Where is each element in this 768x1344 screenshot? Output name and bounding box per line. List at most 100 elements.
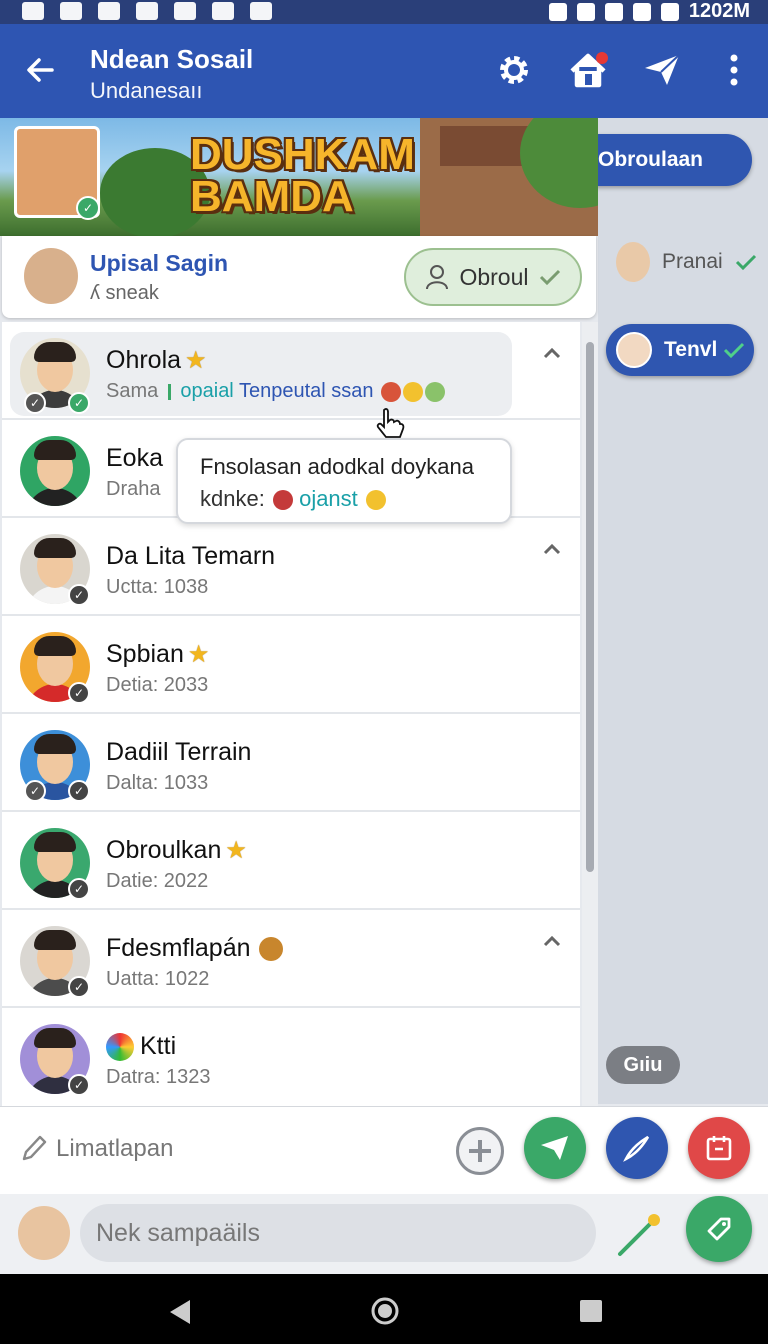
notification-icon — [98, 2, 120, 20]
list-item[interactable]: ✓ Fdesmflapán Uatta: 1022 — [2, 910, 580, 1008]
emoji-icon — [259, 937, 284, 962]
status-check-icon: ✓ — [24, 392, 46, 414]
blue-action-button[interactable] — [606, 1117, 668, 1179]
hand-cursor-icon — [376, 408, 405, 438]
notification-icon — [60, 2, 82, 20]
attach-button[interactable] — [686, 1196, 752, 1262]
verified-check-icon: ✓ — [76, 196, 100, 220]
banner-title: DUSHKAM BAMDA — [190, 130, 415, 219]
verified-check-icon: ✓ — [68, 1074, 90, 1096]
sticker-icon — [541, 1136, 568, 1160]
battery-icon — [660, 2, 679, 21]
side-contact-pranai[interactable]: Pranai — [616, 242, 757, 282]
user-avatar[interactable] — [18, 1206, 70, 1260]
contact-name: Dadiil Terrain — [106, 738, 252, 766]
contact-name: Fdesmflapán — [106, 934, 284, 963]
scrollbar-thumb[interactable] — [586, 342, 594, 872]
list-item[interactable]: ✓ Ktti Datra: 1323 — [2, 1008, 580, 1106]
red-action-button[interactable] — [688, 1117, 750, 1179]
profile-name: Upisal Sagin — [90, 250, 229, 276]
notification-icon — [212, 2, 234, 20]
chevron-up-icon[interactable] — [540, 342, 564, 366]
side-contact-label: Pranai — [662, 250, 723, 273]
notification-icon — [250, 2, 272, 20]
more-vert-icon — [730, 54, 738, 86]
cherry-emoji-icon — [272, 490, 293, 511]
colorful-emoji-icon — [106, 1033, 134, 1062]
contact-sub: Datra: 1323 — [106, 1066, 211, 1088]
app-title: Ndean Sosail — [90, 44, 254, 74]
list-item[interactable]: ✓ Obroulkan ★ Datie: 2022 — [2, 812, 580, 910]
face-emoji-icon — [403, 381, 424, 402]
brush-icon — [623, 1135, 650, 1162]
nav-back-icon[interactable] — [166, 1298, 194, 1326]
chat-bubble-label[interactable]: Gıiu — [606, 1046, 680, 1084]
more-options-button[interactable] — [712, 48, 756, 92]
notification-icon — [22, 2, 44, 20]
signal-icon — [632, 2, 651, 21]
contact-sub: Dalta: 1033 — [106, 772, 209, 794]
notification-icon — [174, 2, 196, 20]
banner: DUSHKAM BAMDA ✓ — [0, 118, 598, 236]
avatar — [616, 242, 650, 282]
notification-icon — [136, 2, 158, 20]
profile-avatar[interactable] — [24, 248, 78, 304]
green-action-button[interactable] — [524, 1117, 586, 1179]
star-icon: ★ — [225, 837, 247, 864]
check-icon — [724, 342, 745, 359]
contact-name: Ktti — [106, 1032, 176, 1062]
obroul-button[interactable]: Obroul — [404, 248, 582, 306]
contact-sub: Uctta: 1038 — [106, 576, 209, 598]
avatar — [20, 436, 90, 506]
verified-check-icon: ✓ — [68, 392, 90, 414]
chevron-up-icon[interactable] — [540, 538, 564, 562]
paper-plane-icon — [645, 54, 680, 85]
nav-home-icon[interactable] — [370, 1296, 400, 1326]
contact-sub: Draha — [106, 478, 161, 500]
side-pill-label: Tenvl — [664, 338, 718, 361]
contact-sub: Sama opaial Tenpeutal ssan — [106, 380, 446, 403]
verified-check-icon: ✓ — [68, 976, 90, 998]
magic-wand-icon[interactable] — [612, 1210, 668, 1260]
home-button[interactable] — [566, 48, 610, 92]
app-bar: Ndean Sosail Undanesaıı — [0, 24, 768, 118]
notification-badge — [596, 52, 608, 64]
status-bar: 1202M — [0, 0, 768, 24]
face-emoji-icon — [365, 490, 386, 511]
leaf-emoji-icon — [425, 381, 446, 402]
back-arrow-icon[interactable] — [22, 52, 58, 88]
list-item[interactable]: ✓ Da Lita Temarn Uctta: 1038 — [2, 518, 580, 616]
tooltip-line: kdnke: ojanst — [200, 486, 510, 512]
star-icon: ★ — [185, 347, 207, 374]
list-item[interactable]: ✓ ✓ Dadiil Terrain Dalta: 1033 — [2, 714, 580, 812]
list-item[interactable]: ✓ Spbian ★ Detia: 2033 — [2, 616, 580, 714]
verified-check-icon: ✓ — [68, 584, 90, 606]
obroul-button-label: Obroul — [459, 263, 529, 290]
nav-recents-icon[interactable] — [578, 1298, 604, 1324]
send-button[interactable] — [640, 48, 684, 92]
list-item[interactable]: ✓ ✓ Ohrola ★ Sama opaial Tenpeutal ssan — [2, 322, 580, 420]
contact-name: Spbian ★ — [106, 640, 210, 668]
system-nav-bar — [0, 1274, 768, 1344]
check-icon — [735, 254, 756, 271]
gear-icon — [500, 56, 528, 84]
tag-icon — [707, 1217, 731, 1241]
status-time: 1202M — [688, 0, 750, 22]
plus-icon — [469, 1140, 491, 1162]
composer-bar: Limatlapan — [0, 1106, 768, 1194]
profile-sub: ʎ sneak — [90, 282, 159, 304]
check-icon — [539, 269, 560, 286]
side-pill-tenvl[interactable]: Tenvl — [606, 324, 754, 376]
composer-input[interactable]: Limatlapan — [56, 1135, 173, 1163]
scrollbar[interactable] — [582, 322, 598, 1106]
contact-name: Ohrola ★ — [106, 346, 207, 374]
verified-check-icon: ✓ — [68, 780, 90, 802]
pencil-icon — [22, 1135, 47, 1161]
message-input[interactable]: Nek sampaäils — [80, 1204, 596, 1262]
contact-name: Da Lita Temarn — [106, 542, 276, 570]
add-button[interactable] — [456, 1127, 504, 1175]
chevron-up-icon[interactable] — [540, 930, 564, 954]
bottom-input-bar: Nek sampaäils — [0, 1194, 768, 1274]
settings-button[interactable] — [492, 48, 536, 92]
banner-title-line: DUSHKAM — [190, 130, 415, 179]
